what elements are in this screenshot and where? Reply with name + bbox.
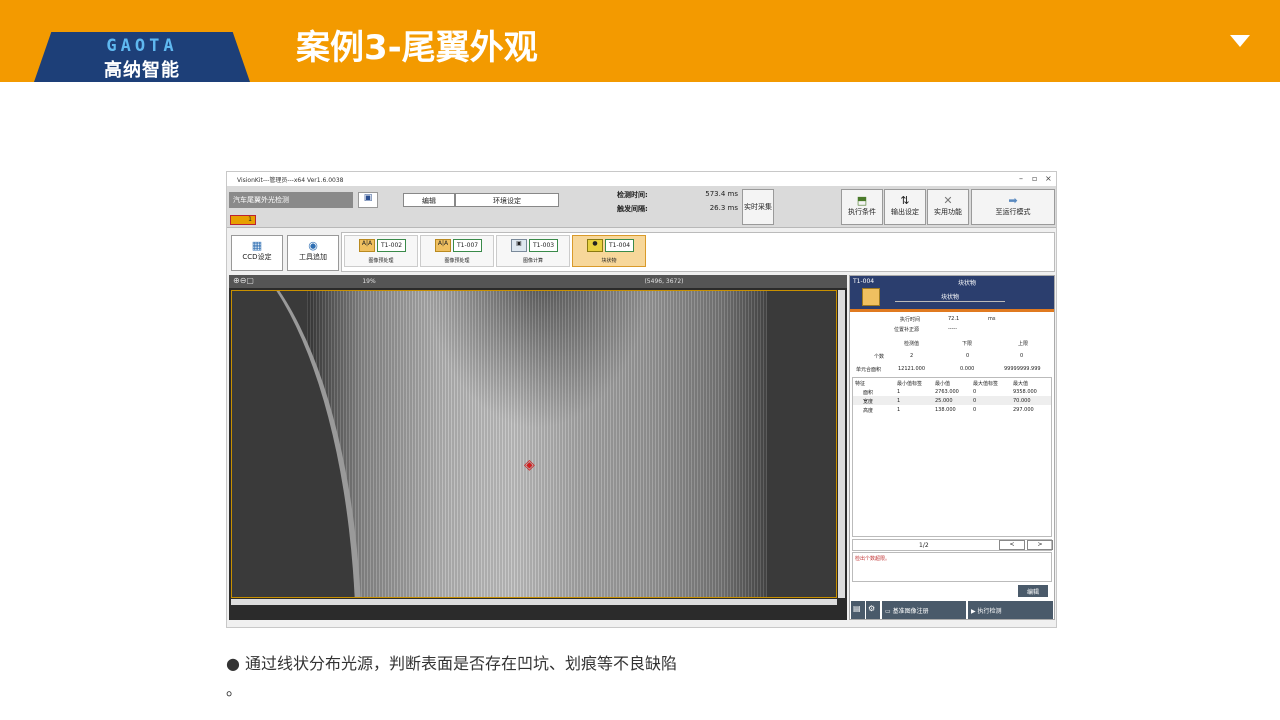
- tool-id: T1-002: [377, 239, 407, 252]
- trigger-interval-value: 26.3 ms: [709, 204, 738, 212]
- tool-name: 图像计算: [522, 258, 543, 264]
- panel-tool-id: T1-004: [853, 278, 875, 285]
- settings-icon[interactable]: ⚙: [866, 601, 880, 619]
- panel-title: 块状物: [958, 280, 977, 287]
- company-logo: GAOTA 高纳智能: [34, 32, 250, 82]
- tool-id: T1-007: [453, 239, 483, 252]
- panel-accent-bar: [850, 309, 1054, 312]
- slide: GAOTA 高纳智能 案例3-尾翼外观 VisionKit---管理员---x6…: [0, 0, 1280, 720]
- prev-page-button[interactable]: <: [999, 540, 1025, 550]
- feature-table: 特征 最小值标签 最小值 最大值标签 最大值 面积 1 2763.000 0 9…: [852, 377, 1052, 537]
- horizontal-scrollbar[interactable]: [231, 599, 837, 605]
- tool-item[interactable]: A|A T1-007 图像预处理: [420, 235, 494, 267]
- logo-english: GAOTA: [106, 36, 178, 56]
- swap-arrows-icon: ⇅: [900, 194, 910, 207]
- run-mode-label: 至运行模式: [995, 208, 1031, 216]
- header-bar: GAOTA 高纳智能 案例3-尾翼外观: [0, 0, 1280, 82]
- tool-item[interactable]: A|A T1-002 图像预处理: [344, 235, 418, 267]
- program-select[interactable]: 汽车尾翼外光检测: [229, 192, 353, 208]
- table-row[interactable]: 面积 1 2763.000 0 9358.000: [853, 387, 1051, 396]
- viewer-header: ⊕⊖▢ 19% (5496, 3672): [229, 275, 847, 288]
- tool-id: T1-003: [529, 239, 559, 252]
- maximize-button[interactable]: ▫: [1032, 174, 1037, 183]
- exec-condition-icon: ⬒: [856, 194, 868, 207]
- panel-subtitle: 块状物: [895, 292, 1005, 302]
- output-setting-button[interactable]: ⇅ 输出设定: [884, 189, 926, 225]
- tool-row: ▦ CCD设定 ◉ 工具追加 A|A T1-002 图像预处理 A|A T1-0…: [227, 230, 1056, 274]
- slide-title: 案例3-尾翼外观: [296, 28, 538, 68]
- exec-condition-button[interactable]: ⬒ 执行条件: [841, 189, 883, 225]
- lock-icon[interactable]: ▤: [851, 601, 865, 619]
- trigger-interval-label: 触发间隔:: [617, 205, 648, 213]
- table-row[interactable]: 高度 1 138.000 0 297.000: [853, 405, 1051, 414]
- env-setting-menu[interactable]: 环境设定: [455, 193, 559, 207]
- realtime-capture-button[interactable]: 实时采集: [742, 189, 774, 225]
- window-titlebar: VisionKit---管理员---x64 Ver1.6.0038 – ▫ ×: [227, 172, 1056, 186]
- camera-icon: ▦: [251, 239, 263, 252]
- minimize-button[interactable]: –: [1019, 174, 1023, 183]
- register-reference-button[interactable]: ▭ 基准图像注册: [882, 601, 966, 619]
- preprocess-icon: A|A: [435, 239, 451, 252]
- app-screenshot: VisionKit---管理员---x64 Ver1.6.0038 – ▫ × …: [226, 171, 1057, 628]
- edit-menu[interactable]: 编辑: [403, 193, 455, 207]
- tool-name: 图像预处理: [368, 258, 394, 264]
- tool-name: 块状物: [601, 258, 617, 264]
- blob-icon: [862, 288, 880, 306]
- logo-chinese: 高纳智能: [104, 60, 180, 81]
- utility-label: 实用功能: [934, 208, 962, 216]
- output-setting-label: 输出设定: [891, 208, 919, 216]
- close-button[interactable]: ×: [1045, 174, 1052, 183]
- run-inspection-button[interactable]: ▶ 执行检测: [968, 601, 1053, 619]
- ccd-setting-button[interactable]: ▦ CCD设定: [231, 235, 283, 271]
- run-mode-button[interactable]: ➡ 至运行模式: [971, 189, 1055, 225]
- tool-add-label: 工具追加: [299, 253, 327, 261]
- tool-id: T1-004: [605, 239, 635, 252]
- table-row[interactable]: 宽度 1 25.000 0 70.000: [853, 396, 1051, 405]
- tools-icon: ✕: [943, 194, 953, 207]
- zoom-level: 19%: [362, 278, 376, 285]
- inspection-image: [307, 291, 767, 597]
- inspection-image-frame[interactable]: ◈: [231, 290, 837, 598]
- caption-text: ● 通过线状分布光源，判断表面是否存在凹坑、划痕等不良缺陷: [226, 654, 678, 673]
- run-arrow-icon: ➡: [1008, 194, 1018, 207]
- table-header: 特征 最小值标签 最小值 最大值标签 最大值: [855, 381, 1029, 387]
- camera-tag[interactable]: 1: [230, 215, 256, 225]
- ccd-setting-label: CCD设定: [242, 253, 272, 261]
- edit-button[interactable]: 编辑: [1018, 585, 1048, 597]
- blob-icon: ●: [587, 239, 603, 252]
- tool-flow: A|A T1-002 图像预处理 A|A T1-007 图像预处理 ▣ T1-0…: [341, 232, 1055, 272]
- message-box: 检出个数超限。: [852, 552, 1052, 582]
- utility-button[interactable]: ✕ 实用功能: [927, 189, 969, 225]
- caption-tail: 。: [226, 680, 243, 699]
- pager: 1/2 < >: [852, 539, 1053, 551]
- main-toolbar: 汽车尾翼外光检测 ▣ 1 编辑 环境设定 检测时间: 573.4 ms 触发间隔…: [227, 186, 1056, 228]
- page-indicator: 1/2: [919, 542, 929, 549]
- defect-marker-icon: ◈: [524, 457, 535, 473]
- exec-condition-label: 执行条件: [848, 208, 876, 216]
- tool-add-button[interactable]: ◉ 工具追加: [287, 235, 339, 271]
- window-title: VisionKit---管理员---x64 Ver1.6.0038: [237, 177, 344, 184]
- next-page-button[interactable]: >: [1027, 540, 1053, 550]
- save-button[interactable]: ▣: [358, 192, 378, 208]
- result-panel: T1-004 块状物 块状物 执行时间 72.1 ms 位置补正源 ----- …: [849, 275, 1055, 620]
- preprocess-icon: A|A: [359, 239, 375, 252]
- cursor-coords: (5496, 3672): [644, 278, 684, 285]
- tool-name: 图像预处理: [444, 258, 470, 264]
- detect-time-label: 检测时间:: [617, 191, 648, 199]
- add-tool-icon: ◉: [308, 239, 318, 252]
- tool-item-selected[interactable]: ● T1-004 块状物: [572, 235, 646, 267]
- zoom-controls-icon[interactable]: ⊕⊖▢: [233, 276, 254, 285]
- vertical-scrollbar[interactable]: [838, 290, 845, 598]
- image-viewer: ⊕⊖▢ 19% (5496, 3672) ◈: [229, 275, 847, 620]
- tool-item[interactable]: ▣ T1-003 图像计算: [496, 235, 570, 267]
- detect-time-value: 573.4 ms: [705, 190, 738, 198]
- dropdown-triangle-icon[interactable]: [1230, 35, 1250, 47]
- bottom-action-bar: ▤ ⚙ ▭ 基准图像注册 ▶ 执行检测: [849, 601, 1055, 619]
- panel-header: T1-004 块状物 块状物: [850, 276, 1054, 309]
- image-calc-icon: ▣: [511, 239, 527, 252]
